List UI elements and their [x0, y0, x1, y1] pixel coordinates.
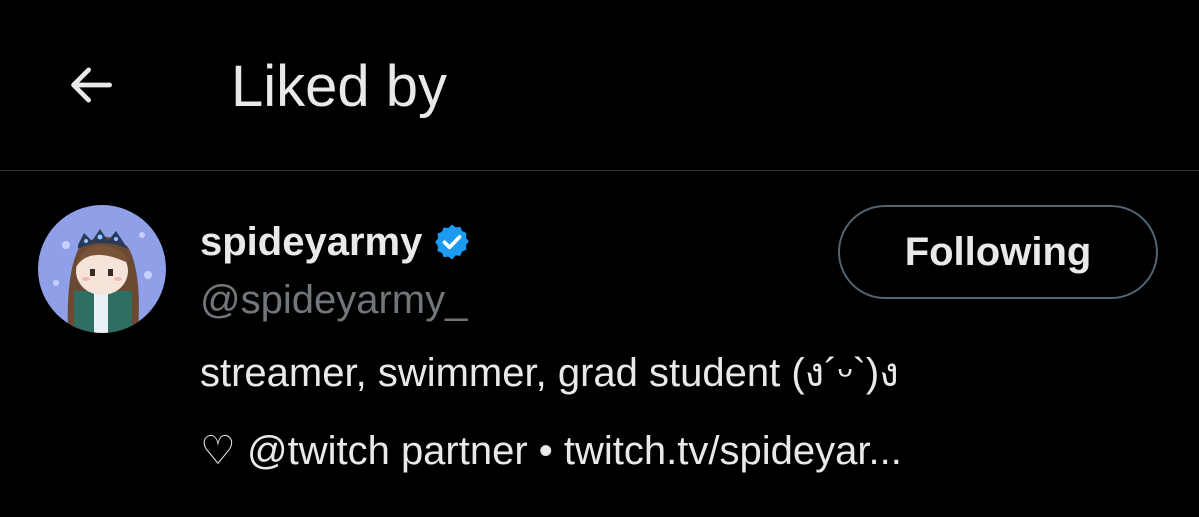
avatar-image: [38, 205, 166, 333]
bio-line-2: ♡ @twitch partner • twitch.tv/spideyar..…: [200, 429, 902, 473]
user-handle[interactable]: @spideyarmy_: [200, 275, 467, 325]
display-name: spideyarmy: [200, 220, 423, 264]
top-app-bar: Liked by: [0, 0, 1199, 171]
user-cell[interactable]: spideyarmy @spideyarmy_ streamer, swimme…: [0, 171, 1199, 517]
back-button[interactable]: [58, 52, 124, 118]
verified-badge-icon: [435, 224, 470, 260]
display-name-link[interactable]: spideyarmy: [200, 217, 472, 267]
following-button[interactable]: Following: [838, 205, 1158, 299]
avatar[interactable]: [38, 205, 166, 333]
page-title: Liked by: [231, 54, 448, 119]
bio-line-1: streamer, swimmer, grad student (ง´ᵕ`)ง: [200, 351, 899, 395]
arrow-left-icon: [71, 67, 112, 103]
